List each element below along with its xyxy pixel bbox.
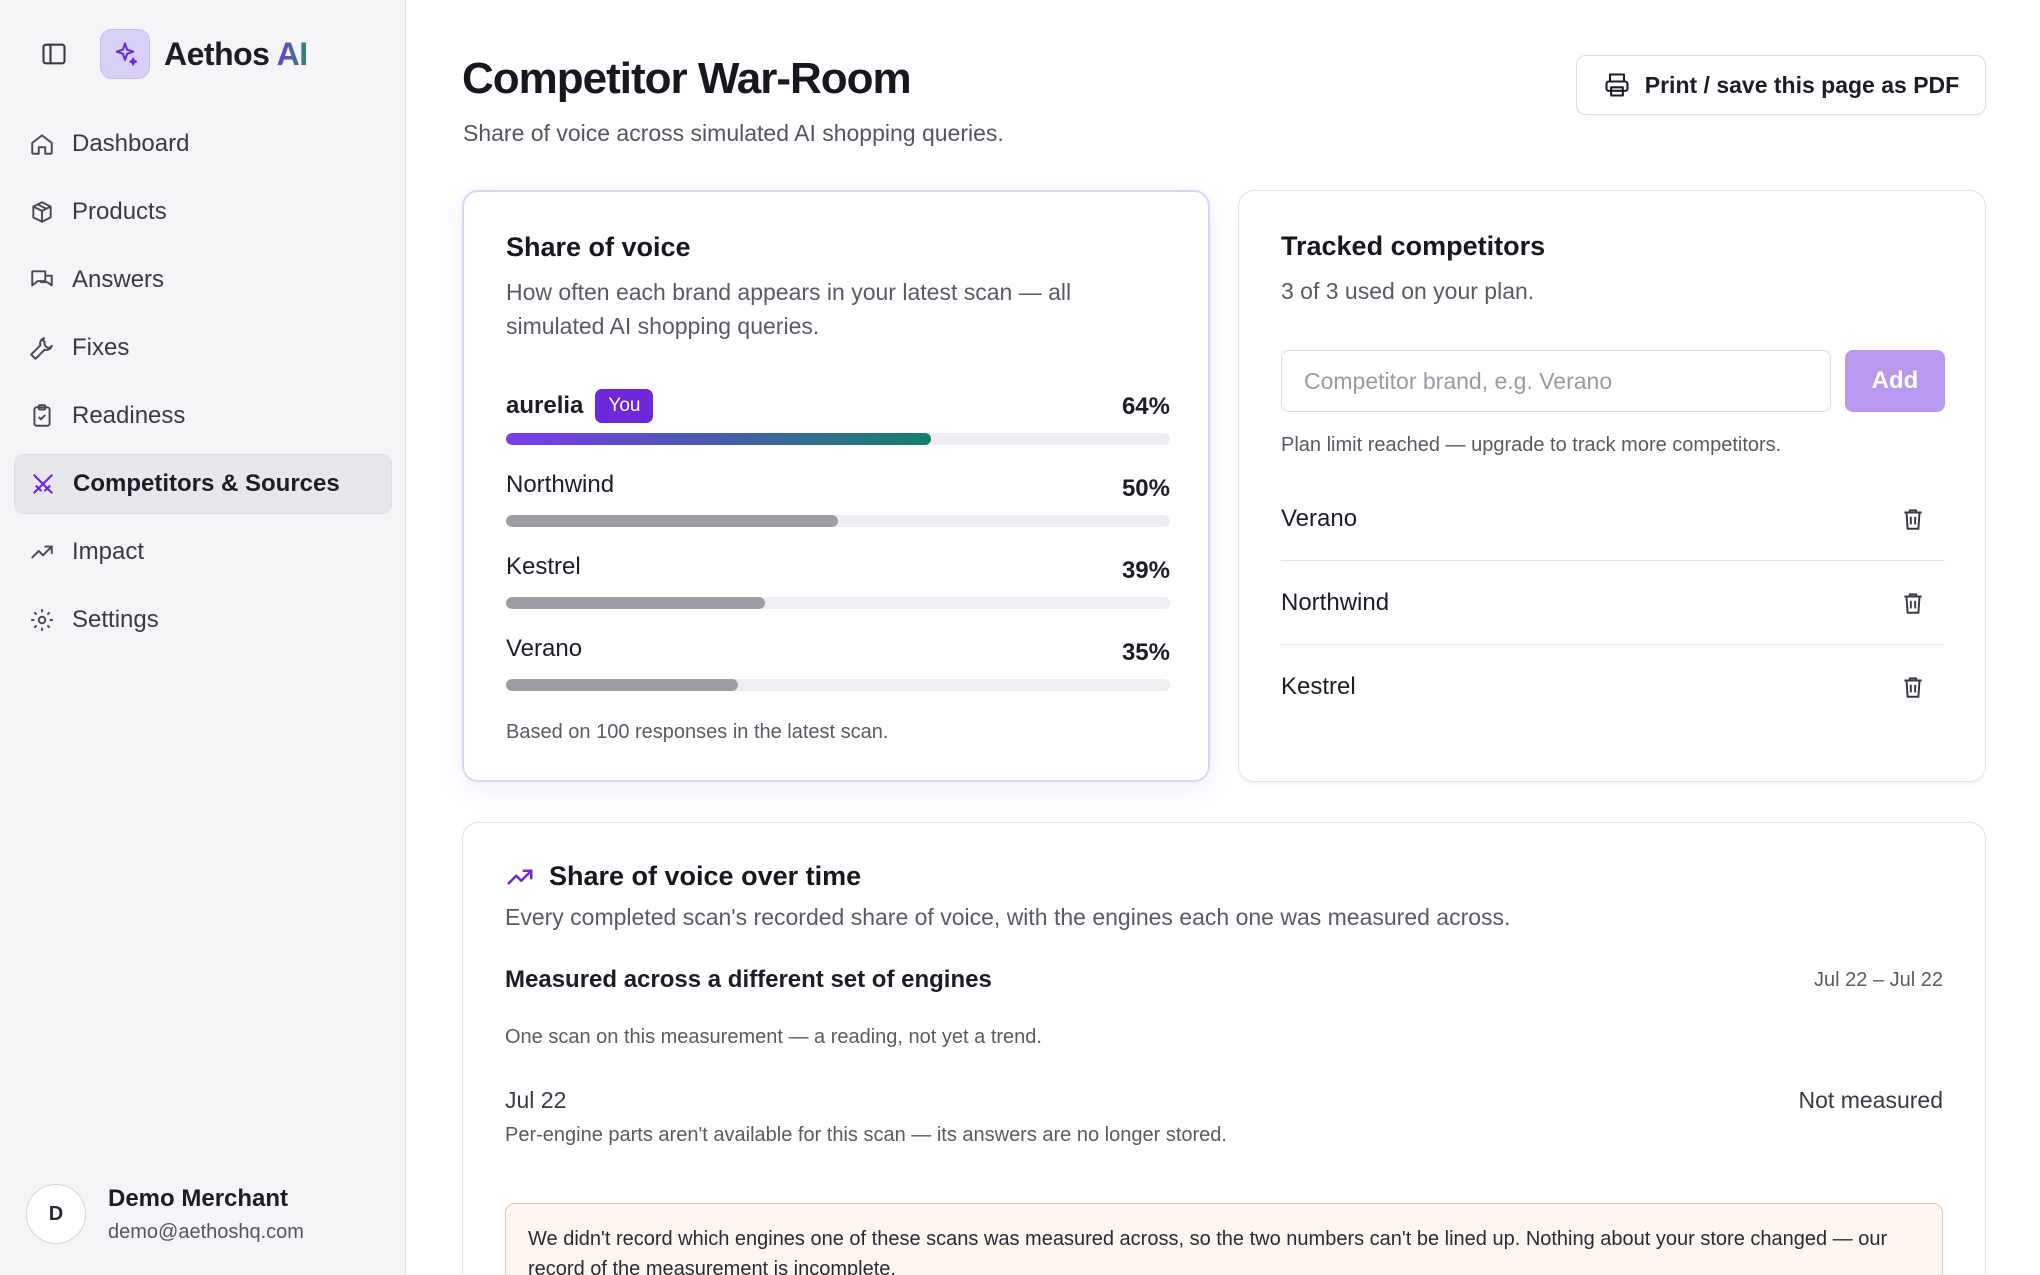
sov-bar-track — [506, 679, 1170, 691]
trash-icon[interactable] — [1899, 673, 1927, 701]
sidebar: Aethos AI Dashboard Products Answers Fix… — [0, 0, 406, 1275]
over-time-description: Every completed scan's recorded share of… — [505, 904, 1511, 930]
sov-bar-fill — [506, 679, 739, 691]
clipboard-check-icon — [28, 402, 56, 430]
share-of-voice-title: Share of voice — [506, 232, 691, 262]
sov-bar-track — [506, 515, 1170, 527]
sov-row: Kestrel 39% — [506, 553, 1170, 635]
competitor-name: Kestrel — [1281, 673, 1356, 700]
scan-status: Not measured — [1798, 1087, 1943, 1113]
plan-usage-text: 3 of 3 used on your plan. — [1281, 278, 1535, 304]
sov-bar-track — [506, 433, 1170, 445]
competitor-item: Northwind — [1281, 561, 1945, 645]
plan-limit-note: Plan limit reached — upgrade to track mo… — [1281, 434, 1782, 456]
sidebar-item-fixes[interactable]: Fixes — [14, 318, 392, 378]
share-of-voice-description: How often each brand appears in your lat… — [506, 279, 1072, 339]
avatar: D — [26, 1184, 86, 1244]
sidebar-item-label: Answers — [72, 266, 165, 293]
sov-bar-fill — [506, 433, 931, 445]
print-pdf-label: Print / save this page as PDF — [1644, 71, 1960, 98]
share-of-voice-card: Share of voice How often each brand appe… — [462, 190, 1210, 782]
brand-percentage: 50% — [1121, 475, 1170, 502]
sidebar-item-label: Readiness — [72, 402, 186, 429]
sov-bar-fill — [506, 597, 765, 609]
messages-icon — [28, 266, 56, 294]
sidebar-toggle-icon[interactable] — [40, 40, 68, 68]
user-name: Demo Merchant — [108, 1184, 289, 1212]
user-email: demo@aethoshq.com — [108, 1220, 304, 1243]
share-of-voice-list: aurelia You 64% Northwind 50% Kestrel 39%… — [506, 389, 1170, 717]
sparkle-icon — [100, 29, 150, 79]
sidebar-item-settings[interactable]: Settings — [14, 590, 392, 650]
brand-percentage: 35% — [1121, 639, 1170, 666]
trending-up-icon — [28, 538, 56, 566]
measurement-note: One scan on this measurement — a reading… — [505, 1026, 1042, 1048]
brand-label: Northwind — [506, 471, 615, 498]
share-of-voice-footer: Based on 100 responses in the latest sca… — [506, 721, 889, 743]
competitor-brand-input[interactable] — [1281, 350, 1831, 412]
sov-bar-track — [506, 597, 1170, 609]
sidebar-item-label: Dashboard — [72, 130, 190, 157]
competitor-name: Northwind — [1281, 588, 1390, 616]
sidebar-item-label: Impact — [72, 538, 145, 565]
sov-row: Northwind 50% — [506, 471, 1170, 553]
competitor-name: Verano — [1281, 504, 1358, 532]
trash-icon[interactable] — [1899, 589, 1927, 617]
sidebar-item-label: Competitors & Sources — [73, 470, 340, 497]
sov-row-you: aurelia You 64% — [506, 389, 1170, 471]
printer-icon — [1603, 71, 1631, 99]
sidebar-item-answers[interactable]: Answers — [14, 250, 392, 310]
sidebar-item-dashboard[interactable]: Dashboard — [14, 114, 392, 174]
brand-label: Verano — [506, 635, 583, 662]
competitor-item: Kestrel — [1281, 645, 1945, 729]
incomplete-measurement-warning: We didn't record which engines one of th… — [505, 1203, 1943, 1275]
page-title: Competitor War-Room — [462, 54, 912, 103]
competitor-list: Verano Northwind Kestrel — [1281, 477, 1945, 729]
measurement-title: Measured across a different set of engin… — [505, 966, 992, 993]
scan-date: Jul 22 — [505, 1087, 567, 1113]
page-subtitle: Share of voice across simulated AI shopp… — [463, 120, 1004, 146]
sov-row: Verano 35% — [506, 635, 1170, 717]
package-icon — [28, 198, 56, 226]
print-pdf-button[interactable]: Print / save this page as PDF — [1576, 55, 1986, 115]
scan-note: Per-engine parts aren't available for th… — [505, 1124, 1227, 1146]
brand-label: Kestrel — [506, 553, 581, 580]
add-competitor-button[interactable]: Add — [1845, 350, 1945, 412]
sidebar-nav: Dashboard Products Answers Fixes Readine… — [14, 114, 392, 658]
wrench-icon — [28, 334, 56, 362]
gear-icon — [28, 606, 56, 634]
brand-label: aurelia — [506, 392, 584, 419]
competitor-item: Verano — [1281, 477, 1945, 561]
brand-percentage: 39% — [1121, 557, 1170, 584]
sidebar-item-label: Settings — [72, 606, 159, 633]
tracked-competitors-title: Tracked competitors — [1281, 231, 1546, 261]
sidebar-item-label: Products — [72, 198, 167, 225]
swords-icon — [29, 470, 57, 498]
sov-bar-fill — [506, 515, 838, 527]
you-badge: You — [595, 389, 654, 423]
trending-up-icon — [505, 862, 535, 892]
sidebar-item-competitors-sources[interactable]: Competitors & Sources — [14, 454, 392, 514]
brand-percentage: 64% — [1121, 393, 1170, 420]
home-icon — [28, 130, 56, 158]
measurement-range: Jul 22 – Jul 22 — [1814, 968, 1943, 991]
share-of-voice-over-time-card: Share of voice over time Every completed… — [462, 822, 1986, 1275]
over-time-title: Share of voice over time — [549, 861, 862, 891]
brand-name: Aethos AI — [164, 35, 308, 72]
sidebar-item-products[interactable]: Products — [14, 182, 392, 242]
tracked-competitors-card: Tracked competitors 3 of 3 used on your … — [1238, 190, 1986, 782]
brand[interactable]: Aethos AI — [100, 29, 308, 79]
trash-icon[interactable] — [1899, 505, 1927, 533]
sidebar-item-label: Fixes — [72, 334, 130, 361]
sidebar-item-impact[interactable]: Impact — [14, 522, 392, 582]
user-profile[interactable]: D Demo Merchant demo@aethoshq.com — [26, 1184, 304, 1244]
sidebar-item-readiness[interactable]: Readiness — [14, 386, 392, 446]
